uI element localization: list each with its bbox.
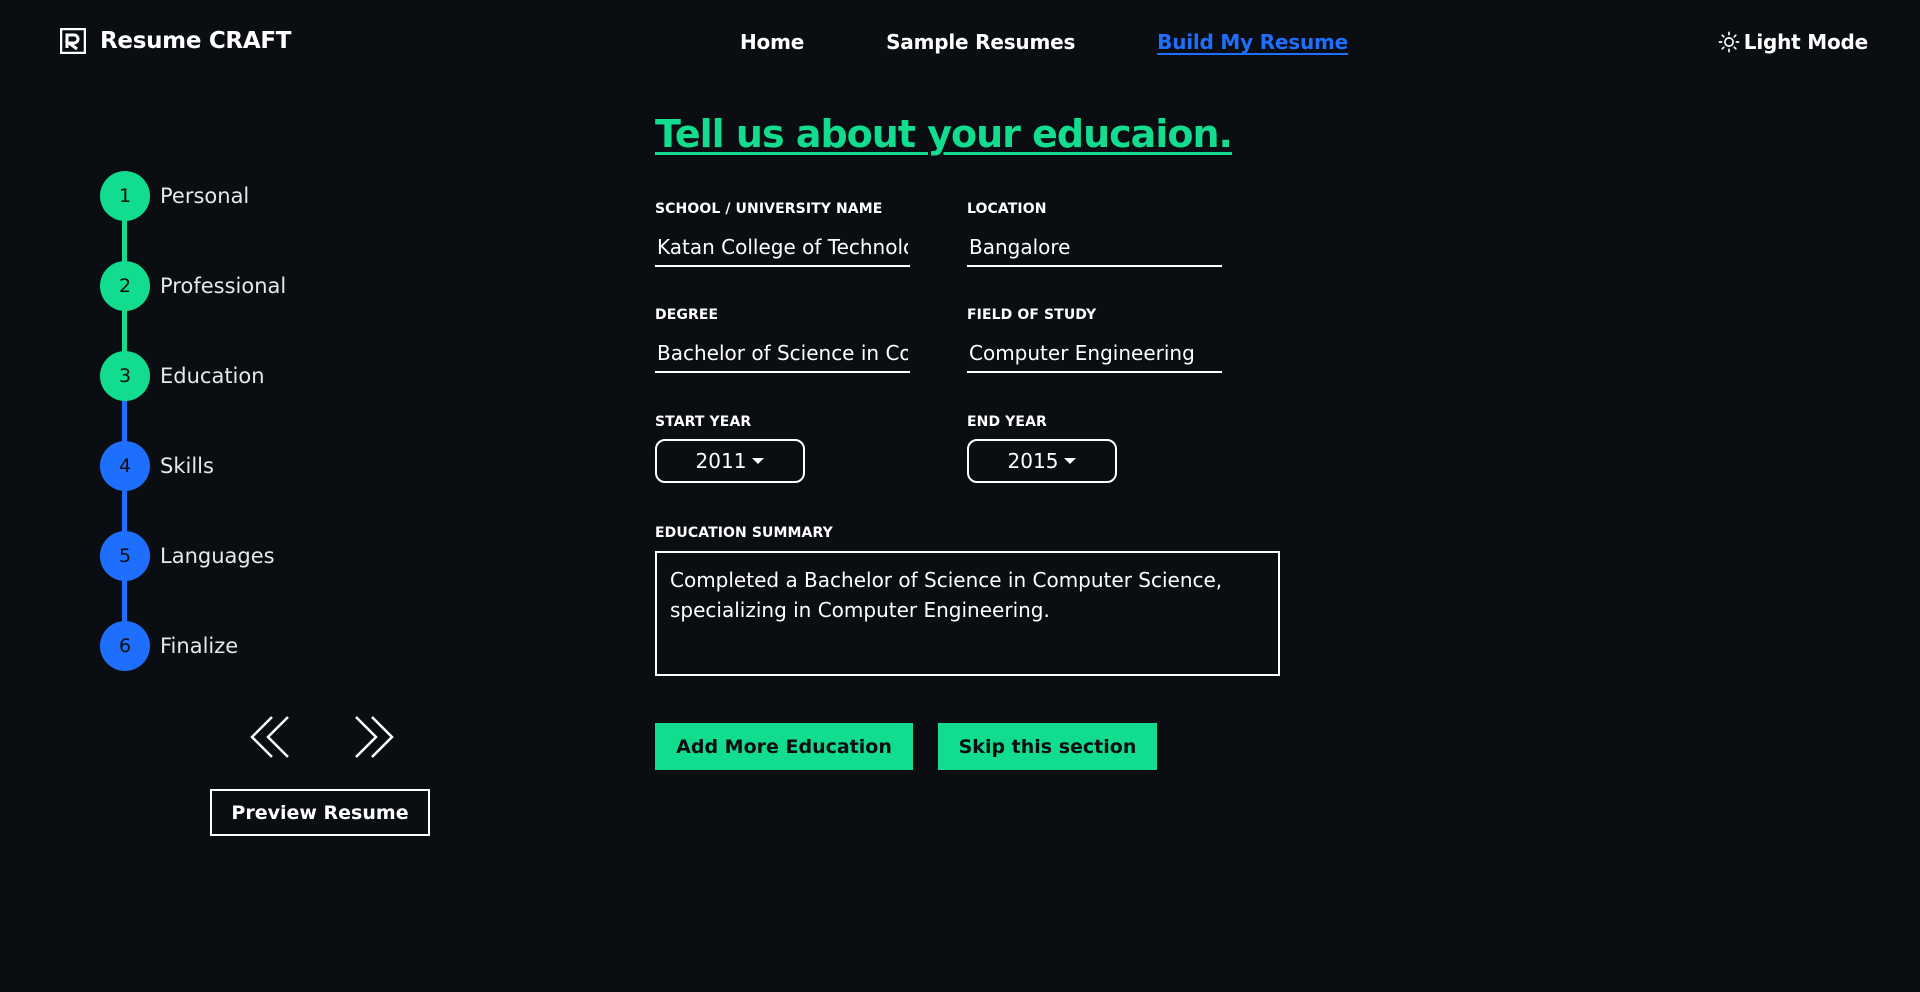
add-more-education-button[interactable]: Add More Education bbox=[655, 723, 913, 770]
step-navigation bbox=[248, 713, 396, 761]
education-summary-textarea[interactable]: Completed a Bachelor of Science in Compu… bbox=[655, 551, 1280, 676]
light-mode-toggle[interactable]: Light Mode bbox=[1718, 30, 1868, 54]
caret-down-icon bbox=[1064, 458, 1077, 464]
step-education[interactable]: 3 Education bbox=[100, 351, 265, 401]
page-title: Tell us about your educaion. bbox=[655, 112, 1233, 156]
step-label: Personal bbox=[160, 184, 250, 208]
degree-input[interactable] bbox=[655, 335, 910, 373]
step-number: 2 bbox=[100, 261, 150, 311]
double-chevron-right-icon[interactable] bbox=[348, 713, 396, 761]
end-year-label: END YEAR bbox=[967, 414, 1047, 430]
light-mode-label: Light Mode bbox=[1743, 30, 1868, 54]
degree-label: DEGREE bbox=[655, 307, 719, 323]
degree-field: DEGREE bbox=[655, 307, 910, 373]
field-of-study-label: FIELD OF STUDY bbox=[967, 307, 1097, 323]
start-year-value: 2011 bbox=[695, 449, 747, 473]
sun-icon bbox=[1718, 31, 1740, 53]
field-of-study-field: FIELD OF STUDY bbox=[967, 307, 1222, 373]
school-label: SCHOOL / UNIVERSITY NAME bbox=[655, 201, 883, 217]
education-summary-field: EDUCATION SUMMARY Completed a Bachelor o… bbox=[655, 525, 1280, 676]
start-year-field: START YEAR 2011 bbox=[655, 414, 805, 483]
step-number: 1 bbox=[100, 171, 150, 221]
location-label: LOCATION bbox=[967, 201, 1047, 217]
nav-home-link[interactable]: Home bbox=[740, 30, 804, 54]
step-number: 4 bbox=[100, 441, 150, 491]
education-summary-label: EDUCATION SUMMARY bbox=[655, 525, 833, 541]
step-number: 6 bbox=[100, 621, 150, 671]
location-field: LOCATION bbox=[967, 201, 1222, 267]
step-professional[interactable]: 2 Professional bbox=[100, 261, 286, 311]
end-year-select[interactable]: 2015 bbox=[967, 439, 1117, 483]
step-languages[interactable]: 5 Languages bbox=[100, 531, 275, 581]
start-year-select[interactable]: 2011 bbox=[655, 439, 805, 483]
double-chevron-left-icon[interactable] bbox=[248, 713, 296, 761]
main-nav: Home Sample Resumes Build My Resume bbox=[740, 30, 1348, 54]
resume-craft-logo-icon bbox=[60, 28, 86, 54]
step-label: Languages bbox=[160, 544, 275, 568]
location-input[interactable] bbox=[967, 229, 1222, 267]
step-label: Finalize bbox=[160, 634, 239, 658]
step-number: 3 bbox=[100, 351, 150, 401]
nav-sample-resumes-link[interactable]: Sample Resumes bbox=[886, 30, 1075, 54]
brand-name: Resume CRAFT bbox=[100, 28, 292, 54]
step-label: Professional bbox=[160, 274, 287, 298]
end-year-value: 2015 bbox=[1007, 449, 1059, 473]
skip-section-button[interactable]: Skip this section bbox=[938, 723, 1157, 770]
stepper-line-pending bbox=[122, 376, 127, 646]
end-year-field: END YEAR 2015 bbox=[967, 414, 1117, 483]
caret-down-icon bbox=[752, 458, 765, 464]
field-of-study-input[interactable] bbox=[967, 335, 1222, 373]
school-input[interactable] bbox=[655, 229, 910, 267]
preview-resume-button[interactable]: Preview Resume bbox=[210, 789, 430, 836]
start-year-label: START YEAR bbox=[655, 414, 752, 430]
step-number: 5 bbox=[100, 531, 150, 581]
step-finalize[interactable]: 6 Finalize bbox=[100, 621, 238, 671]
nav-build-my-resume-link[interactable]: Build My Resume bbox=[1157, 30, 1348, 54]
step-label: Skills bbox=[160, 454, 214, 478]
step-label: Education bbox=[160, 364, 265, 388]
school-field: SCHOOL / UNIVERSITY NAME bbox=[655, 201, 910, 267]
step-skills[interactable]: 4 Skills bbox=[100, 441, 214, 491]
brand[interactable]: Resume CRAFT bbox=[60, 28, 291, 54]
step-personal[interactable]: 1 Personal bbox=[100, 171, 249, 221]
